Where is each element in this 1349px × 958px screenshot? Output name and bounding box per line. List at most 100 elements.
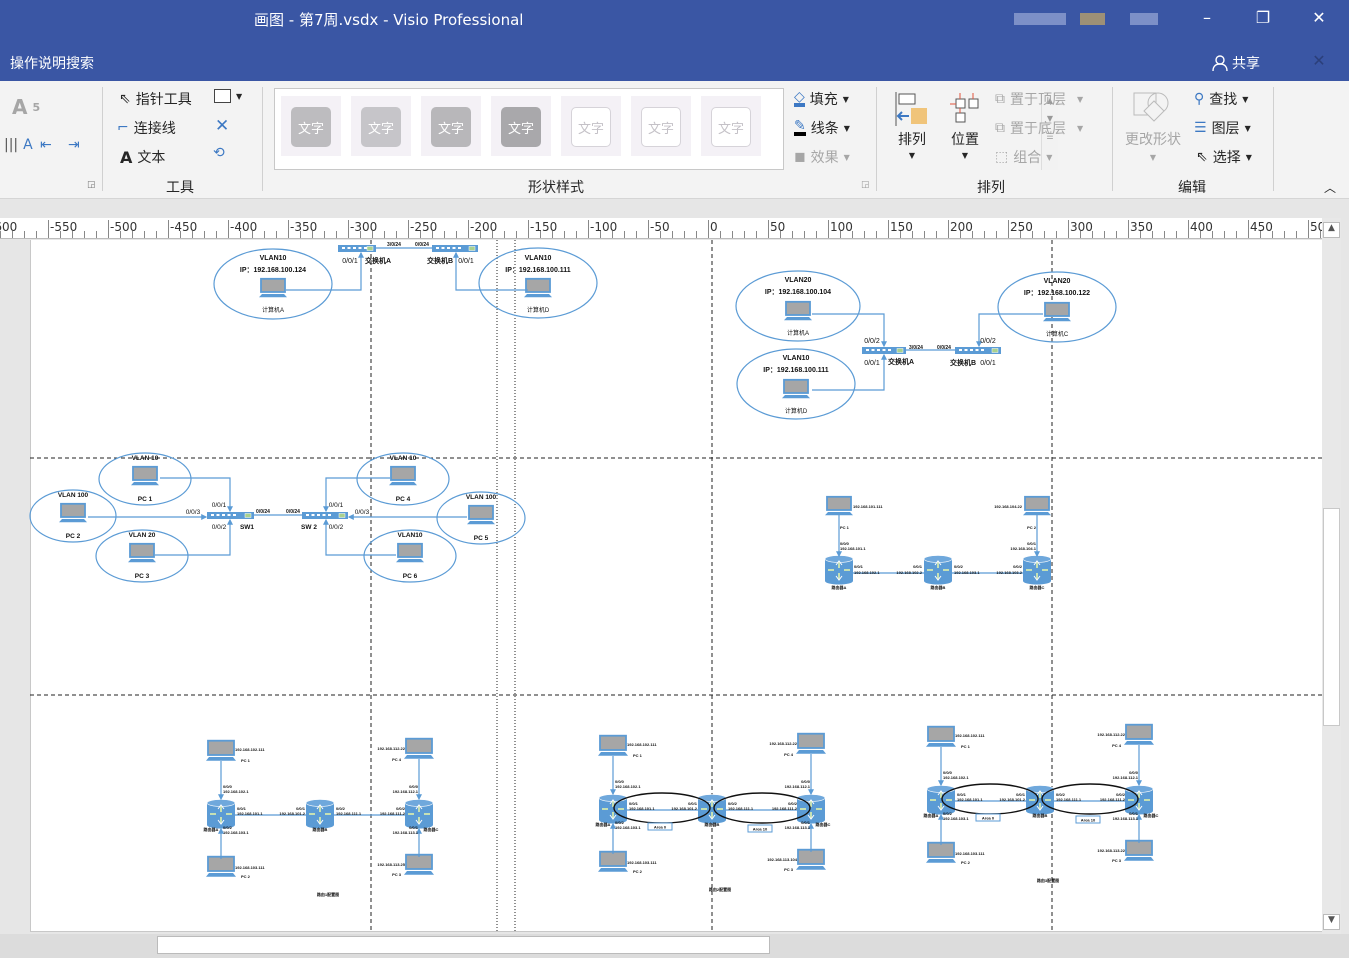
diagram-label: 路由器B bbox=[931, 584, 946, 590]
computer-icon[interactable] bbox=[396, 542, 424, 563]
account-photo-icon[interactable] bbox=[1080, 13, 1105, 25]
fill-button[interactable]: ◇ 填充 ▼ bbox=[794, 89, 849, 109]
switch-icon[interactable] bbox=[862, 347, 906, 354]
pointer-tool-button[interactable]: ⇖ 指针工具 bbox=[119, 89, 192, 109]
bring-to-front-button[interactable]: ⧉ 置于顶层 ▼ bbox=[995, 89, 1083, 109]
drawing-canvas[interactable]: VLAN10 IP：192.168.100.124 计算机A VLAN10 IP：192… bbox=[0, 240, 1322, 932]
send-to-back-button[interactable]: ⧉ 置于底层 ▼ bbox=[995, 118, 1083, 138]
style-swatch[interactable]: 文字 bbox=[281, 96, 341, 156]
switch-icon[interactable] bbox=[955, 347, 1001, 354]
decrease-indent-icon[interactable]: ⇤ bbox=[40, 137, 52, 153]
computer-icon[interactable] bbox=[796, 848, 826, 870]
style-swatch[interactable]: 文字 bbox=[421, 96, 481, 156]
computer-icon[interactable] bbox=[825, 495, 853, 516]
position-button[interactable]: 位置 ▼ bbox=[948, 91, 982, 160]
computer-icon[interactable] bbox=[404, 853, 434, 875]
computer-icon[interactable] bbox=[128, 542, 156, 563]
increase-indent-icon[interactable]: ⇥ bbox=[68, 137, 80, 153]
computer-icon[interactable] bbox=[1124, 723, 1154, 745]
computer-icon[interactable] bbox=[1023, 495, 1051, 516]
text-direction-icon[interactable]: ||| A bbox=[4, 137, 33, 153]
vertical-scroll-thumb[interactable] bbox=[1323, 508, 1340, 726]
computer-icon[interactable] bbox=[59, 502, 87, 523]
title-bar: 画图 - 第7周.vsdx - Visio Professional – ❐ ✕… bbox=[0, 0, 1349, 81]
router-icon[interactable] bbox=[824, 555, 854, 585]
font-size-icon[interactable]: A5 bbox=[12, 95, 40, 119]
pointer-icon: ⇖ bbox=[119, 91, 131, 107]
computer-icon[interactable] bbox=[1043, 301, 1071, 322]
rotate-shape-icon[interactable]: ⟲ bbox=[213, 145, 225, 161]
computer-icon[interactable] bbox=[926, 841, 956, 863]
account-icon[interactable] bbox=[1130, 13, 1158, 25]
style-swatch[interactable]: 文字 bbox=[701, 96, 761, 156]
change-shape-button[interactable]: 更改形状 ▼ bbox=[1125, 89, 1181, 162]
tell-me-search[interactable]: 操作说明搜索 bbox=[10, 53, 94, 73]
layers-button[interactable]: ☰ 图层 ▼ bbox=[1194, 118, 1251, 138]
select-button[interactable]: ⇖ 选择 ▼ bbox=[1196, 147, 1252, 167]
computer-icon[interactable] bbox=[524, 277, 552, 298]
scroll-up-icon[interactable]: ▲ bbox=[1323, 222, 1340, 238]
computer-icon[interactable] bbox=[259, 277, 287, 298]
computer-icon[interactable] bbox=[404, 737, 434, 759]
computer-icon[interactable] bbox=[206, 855, 236, 877]
text-tool-button[interactable]: A 文本 bbox=[120, 147, 165, 167]
computer-icon[interactable] bbox=[206, 739, 236, 761]
dialog-launcher-icon[interactable]: ◲ bbox=[861, 180, 870, 190]
router-icon[interactable] bbox=[697, 794, 727, 824]
ruler-label: -100 bbox=[590, 220, 618, 234]
horizontal-ruler[interactable]: -600-550-500-450-400-350-300-250-200-150… bbox=[0, 218, 1322, 239]
layers-label: 图层 bbox=[1211, 121, 1240, 137]
style-swatch[interactable]: 文字 bbox=[491, 96, 551, 156]
style-swatch[interactable]: 文字 bbox=[351, 96, 411, 156]
computer-icon[interactable] bbox=[782, 378, 810, 399]
computer-icon[interactable] bbox=[389, 465, 417, 486]
router-icon[interactable] bbox=[305, 799, 335, 829]
computer-icon[interactable] bbox=[926, 725, 956, 747]
style-swatch[interactable]: 文字 bbox=[631, 96, 691, 156]
style-swatch[interactable]: 文字 bbox=[561, 96, 621, 156]
pointer-tool-label: 指针工具 bbox=[135, 92, 192, 108]
group-button[interactable]: ⬚ 组合 ▼ bbox=[995, 147, 1052, 167]
switch-icon[interactable] bbox=[338, 245, 376, 252]
switch-icon[interactable] bbox=[432, 245, 478, 252]
arrange-button[interactable]: 排列 ▼ bbox=[895, 91, 929, 160]
close-ribbon-icon[interactable]: ✕ bbox=[1308, 51, 1330, 73]
connector-tool-button[interactable]: ⌐ 连接线 bbox=[117, 118, 176, 138]
vertical-scrollbar[interactable]: ▲ ▼ bbox=[1322, 218, 1341, 934]
close-icon[interactable]: ✕ bbox=[1308, 8, 1330, 30]
delete-connector-icon[interactable]: ✕ bbox=[215, 116, 229, 136]
line-button[interactable]: ✎ 线条 ▼ bbox=[794, 118, 850, 138]
account-avatar-icon[interactable] bbox=[1014, 13, 1066, 25]
ruler-label: -250 bbox=[410, 220, 438, 234]
text-icon: A bbox=[120, 147, 133, 167]
select-label: 选择 bbox=[1212, 150, 1241, 166]
switch-icon[interactable] bbox=[302, 512, 348, 519]
computer-icon[interactable] bbox=[467, 504, 495, 525]
router-icon[interactable] bbox=[923, 555, 953, 585]
dialog-launcher-icon[interactable]: ◲ bbox=[87, 180, 96, 190]
horizontal-scrollbar[interactable] bbox=[0, 934, 1349, 958]
switch-icon[interactable] bbox=[207, 512, 254, 519]
effects-button[interactable]: ◼ 效果 ▼ bbox=[794, 147, 850, 167]
find-button[interactable]: ⚲ 查找 ▼ bbox=[1194, 89, 1248, 109]
computer-icon[interactable] bbox=[1124, 839, 1154, 861]
rectangle-tool-button[interactable]: ▼ bbox=[214, 89, 242, 103]
diagram-label: IP：192.168.100.124 bbox=[240, 267, 306, 274]
share-button[interactable]: 共享 bbox=[1212, 53, 1260, 73]
computer-icon[interactable] bbox=[598, 850, 628, 872]
diagram-label: 192.168.102.1 bbox=[943, 775, 969, 780]
router-icon[interactable] bbox=[1022, 555, 1052, 585]
shape-styles-group-label: 形状样式 bbox=[528, 180, 584, 196]
computer-icon[interactable] bbox=[598, 734, 628, 756]
restore-icon[interactable]: ❐ bbox=[1252, 8, 1274, 30]
computer-icon[interactable] bbox=[784, 300, 812, 321]
computer-icon[interactable] bbox=[796, 732, 826, 754]
horizontal-scroll-thumb[interactable] bbox=[157, 936, 770, 954]
computer-icon[interactable] bbox=[131, 465, 159, 486]
router-icon[interactable] bbox=[1025, 785, 1055, 815]
diagram-label: 0/0/1 bbox=[212, 502, 227, 509]
collapse-ribbon-icon[interactable]: ︿ bbox=[1324, 179, 1336, 196]
minimize-icon[interactable]: – bbox=[1196, 8, 1218, 30]
scroll-down-icon[interactable]: ▼ bbox=[1323, 914, 1340, 930]
diagram-label: 192.168.112.1 bbox=[785, 784, 811, 789]
